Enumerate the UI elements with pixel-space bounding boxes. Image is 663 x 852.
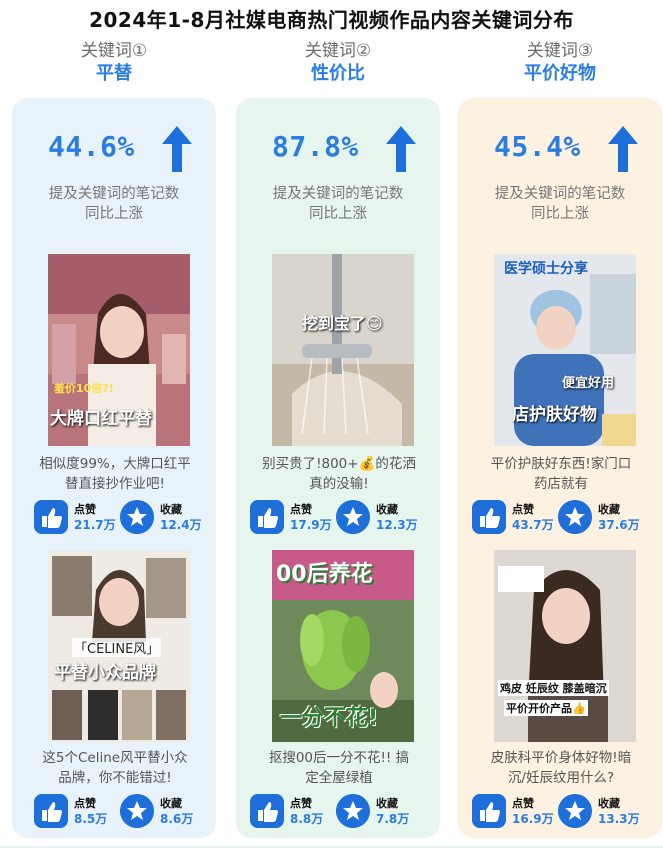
- keyword-name: 平替: [96, 63, 132, 84]
- overlay-sub: 鸡皮 妊辰纹 膝盖暗沉: [498, 680, 609, 696]
- post-thumbnail[interactable]: 「CELINE风」 平替小众品牌: [48, 550, 190, 742]
- favorites-metric: 收藏 7.8万: [336, 794, 426, 828]
- bottom-divider: [0, 846, 663, 848]
- overlay-title: 大牌口红平替: [50, 409, 152, 429]
- post-thumbnail[interactable]: 挖到宝了😊: [272, 254, 414, 446]
- overlay-sub: 羞价10倍?!: [54, 382, 114, 395]
- keyword-header: 关键词① 平替: [12, 40, 216, 86]
- keyword-name: 平价好物: [524, 63, 596, 84]
- overlay-title: 店护肤好物: [512, 405, 597, 425]
- post-caption[interactable]: 抠搜00后一分不花!! 搞 定全屋绿植: [250, 748, 428, 788]
- stat-row: 45.4%: [458, 126, 662, 172]
- up-arrow-icon: [162, 126, 192, 172]
- overlay-title: 平价开价产品👍: [504, 700, 588, 716]
- favorites-metric: 收藏 8.6万: [120, 794, 210, 828]
- keyword-number: 关键词③: [526, 41, 594, 61]
- favorites-count: 37.6万: [598, 518, 640, 532]
- growth-percent: 87.8%: [272, 130, 359, 163]
- post-caption[interactable]: 相似度99%，大牌口红平 替直接抄作业吧!: [26, 454, 204, 494]
- likes-metric: 点赞 43.7万: [472, 500, 562, 534]
- likes-metric: 点赞 21.7万: [34, 500, 124, 534]
- keyword-name: 性价比: [311, 63, 365, 84]
- favorites-metric: 收藏 12.3万: [336, 500, 426, 534]
- stat-row: 87.8%: [236, 126, 440, 172]
- favorites-metric: 收藏 12.4万: [120, 500, 210, 534]
- keyword-header: 关键词③ 平价好物: [458, 40, 662, 86]
- post-thumbnail[interactable]: 医学硕士分享 便宜好用 店护肤好物: [494, 254, 636, 446]
- overlay-title: 平替小众品牌: [54, 663, 156, 683]
- favorites-metric: 收藏 37.6万: [558, 500, 648, 534]
- page-title: 2024年1-8月社媒电商热门视频作品内容关键词分布: [89, 8, 574, 32]
- likes-metric: 点赞 8.5万: [34, 794, 124, 828]
- post-caption[interactable]: 平价护肤好东西!家门口 药店就有: [472, 454, 650, 494]
- stat-description: 提及关键词的笔记数 同比上涨: [48, 186, 180, 222]
- star-icon: [558, 794, 592, 828]
- up-arrow-icon: [386, 126, 416, 172]
- post-thumbnail[interactable]: 羞价10倍?! 大牌口红平替: [48, 254, 190, 446]
- thumbs-up-icon: [472, 500, 506, 534]
- likes-metric: 点赞 16.9万: [472, 794, 562, 828]
- star-icon: [558, 500, 592, 534]
- overlay-sub: 00后养花: [276, 562, 373, 587]
- favorites-count: 12.4万: [160, 518, 202, 532]
- thumbs-up-icon: [250, 794, 284, 828]
- overlay-mid: 便宜好用: [562, 376, 615, 391]
- likes-count: 8.5万: [74, 812, 108, 826]
- likes-count: 8.8万: [290, 812, 324, 826]
- likes-count: 21.7万: [74, 518, 116, 532]
- favorites-count: 7.8万: [376, 812, 410, 826]
- likes-metric: 点赞 17.9万: [250, 500, 340, 534]
- post-caption[interactable]: 别买贵了!800+💰的花洒 真的没输!: [250, 454, 428, 494]
- post-thumbnail[interactable]: 00后养花 一分不花!: [272, 550, 414, 742]
- thumbs-up-icon: [472, 794, 506, 828]
- keyword-card-3: 45.4% 提及关键词的笔记数 同比上涨 医学硕士分享 便宜好用 店护肤好物 平…: [458, 98, 662, 838]
- keyword-column-1: 关键词① 平替: [12, 40, 216, 86]
- star-icon: [120, 794, 154, 828]
- keyword-card-2: 87.8% 提及关键词的笔记数 同比上涨 挖到宝了😊 别买贵了!800+💰的花洒…: [236, 98, 440, 838]
- thumbs-up-icon: [34, 500, 68, 534]
- star-icon: [120, 500, 154, 534]
- overlay-title: 一分不花!: [280, 706, 379, 731]
- shower-photo: [272, 254, 414, 446]
- favorites-count: 8.6万: [160, 812, 194, 826]
- stat-row: 44.6%: [12, 126, 216, 172]
- likes-count: 17.9万: [290, 518, 332, 532]
- favorites-metric: 收藏 13.3万: [558, 794, 648, 828]
- favorites-count: 12.3万: [376, 518, 418, 532]
- thumbs-up-icon: [250, 500, 284, 534]
- star-icon: [336, 500, 370, 534]
- keyword-number: 关键词①: [80, 41, 148, 61]
- keyword-header: 关键词② 性价比: [236, 40, 440, 86]
- up-arrow-icon: [608, 126, 638, 172]
- likes-metric: 点赞 8.8万: [250, 794, 340, 828]
- favorites-count: 13.3万: [598, 812, 640, 826]
- overlay-sub: 「CELINE风」: [72, 638, 162, 657]
- stat-description: 提及关键词的笔记数 同比上涨: [494, 186, 626, 222]
- growth-percent: 45.4%: [494, 130, 581, 163]
- keyword-card-1: 44.6% 提及关键词的笔记数 同比上涨 羞价10倍?! 大牌口红平替 相似度9…: [12, 98, 216, 838]
- likes-count: 43.7万: [512, 518, 554, 532]
- post-thumbnail[interactable]: 鸡皮 妊辰纹 膝盖暗沉 平价开价产品👍: [494, 550, 636, 742]
- post-caption[interactable]: 皮肤科平价身体好物!暗 沉/妊辰纹用什么?: [472, 748, 650, 788]
- star-icon: [336, 794, 370, 828]
- keyword-number: 关键词②: [304, 41, 372, 61]
- overlay-sub: 医学硕士分享: [504, 261, 588, 277]
- keyword-column-2: 关键词② 性价比: [236, 40, 440, 86]
- growth-percent: 44.6%: [48, 130, 135, 163]
- post-caption[interactable]: 这5个Celine风平替小众 品牌，你不能错过!: [26, 748, 204, 788]
- overlay-title: 挖到宝了😊: [302, 314, 383, 333]
- thumbs-up-icon: [34, 794, 68, 828]
- likes-count: 16.9万: [512, 812, 554, 826]
- stat-description: 提及关键词的笔记数 同比上涨: [272, 186, 404, 222]
- keyword-column-3: 关键词③ 平价好物: [458, 40, 662, 86]
